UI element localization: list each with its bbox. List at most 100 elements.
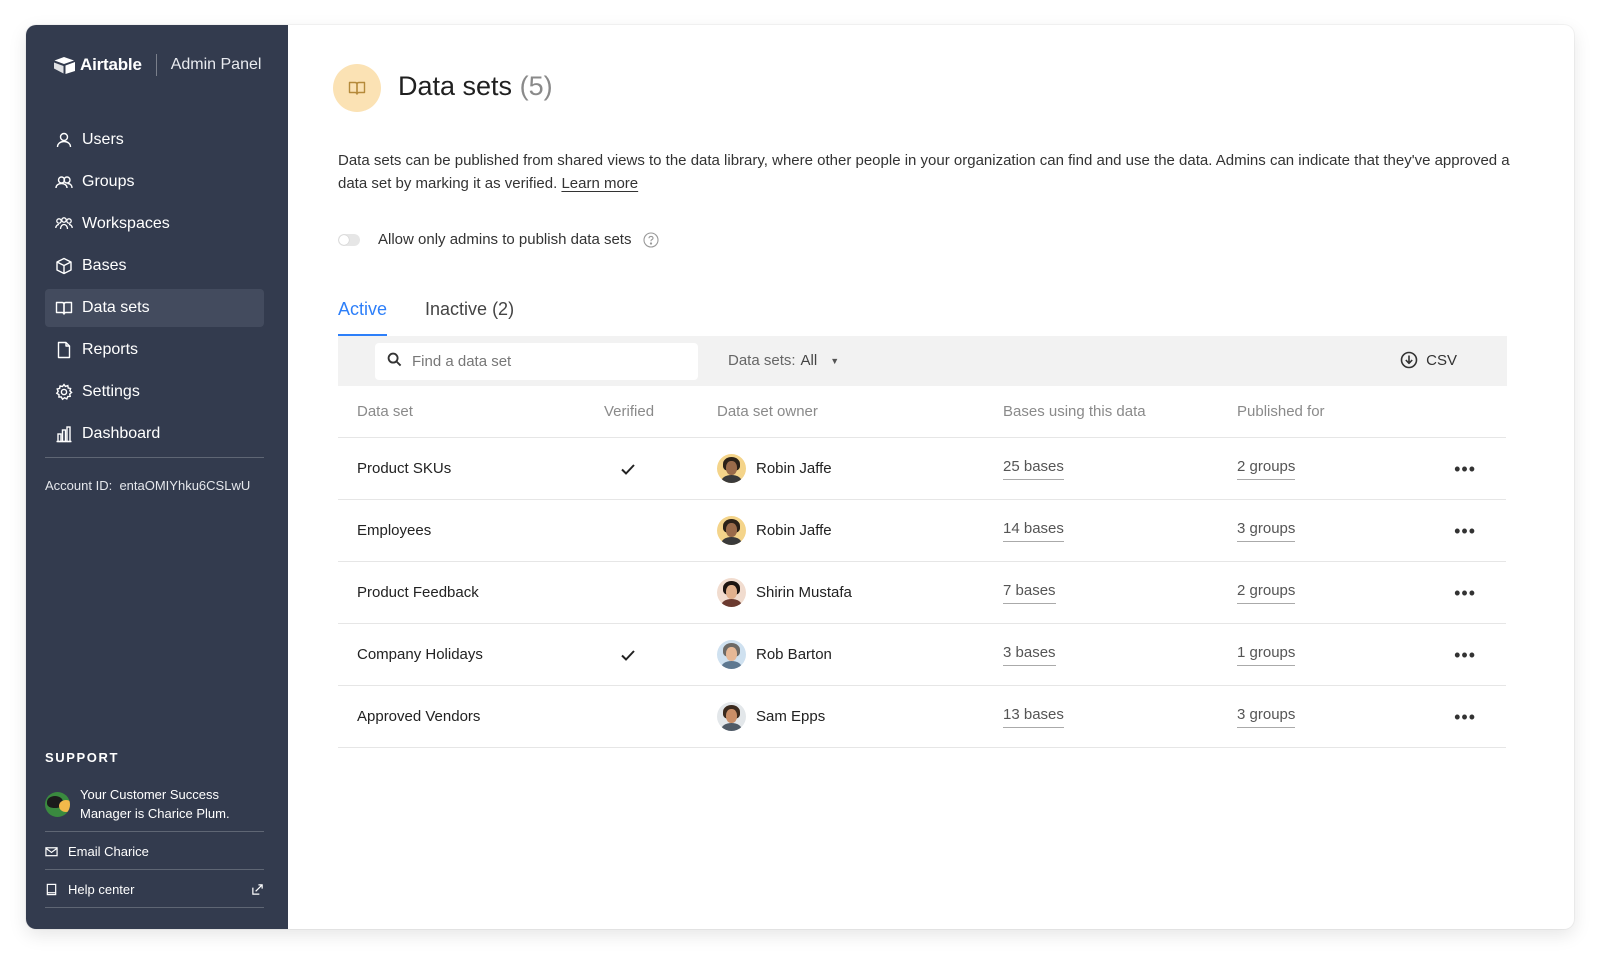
data-sets-table: Data set Verified Data set owner Bases u… xyxy=(338,386,1506,748)
brand-divider xyxy=(155,54,157,76)
sidebar-divider xyxy=(45,831,264,832)
account-id-value: entaOMIYhku6CSLwU xyxy=(119,478,251,493)
owner-name: Shirin Mustafa xyxy=(756,584,852,601)
more-options-icon[interactable]: ••• xyxy=(1454,584,1476,602)
cube-icon xyxy=(55,257,73,275)
col-header-verified[interactable]: Verified xyxy=(586,403,697,420)
help-circle-icon[interactable] xyxy=(643,231,660,248)
airtable-logo[interactable]: Airtable xyxy=(54,55,142,75)
book-icon xyxy=(55,299,73,317)
more-options-icon[interactable]: ••• xyxy=(1454,522,1476,540)
owner-name: Robin Jaffe xyxy=(756,460,832,477)
col-header-owner[interactable]: Data set owner xyxy=(697,403,982,420)
sidebar-item-label: Users xyxy=(82,131,124,148)
email-charice-link[interactable]: Email Charice xyxy=(45,833,264,869)
file-icon xyxy=(55,341,73,359)
owner-cell: Robin Jaffe xyxy=(697,454,982,483)
workspaces-icon xyxy=(55,215,73,233)
table-row[interactable]: Employees Robin Jaffe 14 bases 3 groups … xyxy=(338,500,1506,562)
table-row[interactable]: Company Holidays Rob Barton 3 bases 1 gr… xyxy=(338,624,1506,686)
owner-cell: Shirin Mustafa xyxy=(697,578,982,607)
sidebar-item-groups[interactable]: Groups xyxy=(45,163,264,201)
bases-link[interactable]: 14 bases xyxy=(1003,520,1064,542)
data-set-name: Company Holidays xyxy=(357,646,483,663)
filter-value: All xyxy=(800,352,818,369)
filter-label: Data sets: xyxy=(728,352,796,369)
data-set-name: Product SKUs xyxy=(357,460,452,477)
admin-panel-label: Admin Panel xyxy=(170,56,262,73)
csm-avatar xyxy=(45,791,70,817)
admin-publish-setting: Allow only admins to publish data sets xyxy=(338,231,660,248)
verified-cell xyxy=(586,585,697,601)
col-header-published-for[interactable]: Published for xyxy=(1216,403,1428,420)
sidebar-item-reports[interactable]: Reports xyxy=(45,331,264,369)
search-icon xyxy=(387,352,402,372)
sidebar-divider xyxy=(45,869,264,870)
sidebar-item-label: Workspaces xyxy=(82,215,170,232)
airtable-logo-icon xyxy=(54,57,75,74)
published-for-link[interactable]: 1 groups xyxy=(1237,644,1296,666)
col-header-bases[interactable]: Bases using this data xyxy=(982,403,1216,420)
published-for-link[interactable]: 3 groups xyxy=(1237,706,1296,728)
csm-text: Your Customer Success Manager is Charice… xyxy=(80,787,230,821)
bases-link[interactable]: 13 bases xyxy=(1003,706,1064,728)
sidebar-item-settings[interactable]: Settings xyxy=(45,373,264,411)
published-for-link[interactable]: 2 groups xyxy=(1237,582,1296,604)
page-description: Data sets can be published from shared v… xyxy=(338,149,1518,195)
data-sets-filter-dropdown[interactable]: Data sets: All ▼ xyxy=(728,352,839,369)
sidebar-item-users[interactable]: Users xyxy=(45,121,264,159)
col-header-data-set[interactable]: Data set xyxy=(338,403,586,420)
more-options-icon[interactable]: ••• xyxy=(1454,708,1476,726)
admin-publish-toggle[interactable] xyxy=(338,233,360,246)
verified-cell xyxy=(586,523,697,539)
tab-inactive[interactable]: Inactive (2) xyxy=(425,295,514,336)
sidebar-item-dashboard[interactable]: Dashboard xyxy=(45,415,264,453)
sidebar-item-label: Data sets xyxy=(82,299,150,316)
sidebar-nav: Users Groups Workspaces Bases Data sets … xyxy=(45,121,264,457)
avatar xyxy=(717,640,746,669)
table-row[interactable]: Product Feedback Shirin Mustafa 7 bases … xyxy=(338,562,1506,624)
search-box xyxy=(375,343,698,380)
email-charice-label: Email Charice xyxy=(68,843,149,859)
avatar xyxy=(717,702,746,731)
account-id-label: Account ID: xyxy=(45,478,113,493)
page-title: Data sets (5) xyxy=(398,71,553,102)
account-id: Account ID: entaOMIYhku6CSLwU xyxy=(45,478,250,493)
bases-link[interactable]: 3 bases xyxy=(1003,644,1056,666)
table-row[interactable]: Product SKUs Robin Jaffe 25 bases 2 grou… xyxy=(338,438,1506,500)
search-input[interactable] xyxy=(412,353,682,370)
verified-cell xyxy=(586,709,697,725)
sidebar-item-workspaces[interactable]: Workspaces xyxy=(45,205,264,243)
gear-icon xyxy=(55,383,73,401)
app-window: Airtable Admin Panel Users Groups Worksp… xyxy=(26,25,1574,929)
learn-more-link[interactable]: Learn more xyxy=(561,175,638,192)
owner-cell: Sam Epps xyxy=(697,702,982,731)
avatar xyxy=(717,578,746,607)
sidebar-item-data-sets[interactable]: Data sets xyxy=(45,289,264,327)
bases-link[interactable]: 25 bases xyxy=(1003,458,1064,480)
bar-chart-icon xyxy=(55,425,73,443)
csv-download-button[interactable]: CSV xyxy=(1400,351,1457,369)
verified-cell xyxy=(586,647,697,663)
data-set-name: Employees xyxy=(357,522,432,539)
brand: Airtable Admin Panel xyxy=(54,53,261,77)
bases-link[interactable]: 7 bases xyxy=(1003,582,1056,604)
tab-active[interactable]: Active xyxy=(338,295,388,336)
sidebar-item-label: Bases xyxy=(82,257,127,274)
more-options-icon[interactable]: ••• xyxy=(1454,646,1476,664)
sidebar-item-label: Dashboard xyxy=(82,425,161,442)
avatar xyxy=(717,516,746,545)
help-center-link[interactable]: Help center xyxy=(45,871,264,907)
sidebar: Airtable Admin Panel Users Groups Worksp… xyxy=(26,25,288,929)
tabs: Active Inactive (2) xyxy=(338,295,514,336)
owner-name: Rob Barton xyxy=(756,646,832,663)
customer-success-manager: Your Customer Success Manager is Charice… xyxy=(45,785,264,823)
support-heading: SUPPORT xyxy=(45,750,120,765)
published-for-link[interactable]: 3 groups xyxy=(1237,520,1296,542)
published-for-link[interactable]: 2 groups xyxy=(1237,458,1296,480)
description-text: Data sets can be published from shared v… xyxy=(338,152,1510,192)
more-options-icon[interactable]: ••• xyxy=(1454,460,1476,478)
table-row[interactable]: Approved Vendors Sam Epps 13 bases 3 gro… xyxy=(338,686,1506,748)
external-link-icon xyxy=(251,883,264,896)
sidebar-item-bases[interactable]: Bases xyxy=(45,247,264,285)
